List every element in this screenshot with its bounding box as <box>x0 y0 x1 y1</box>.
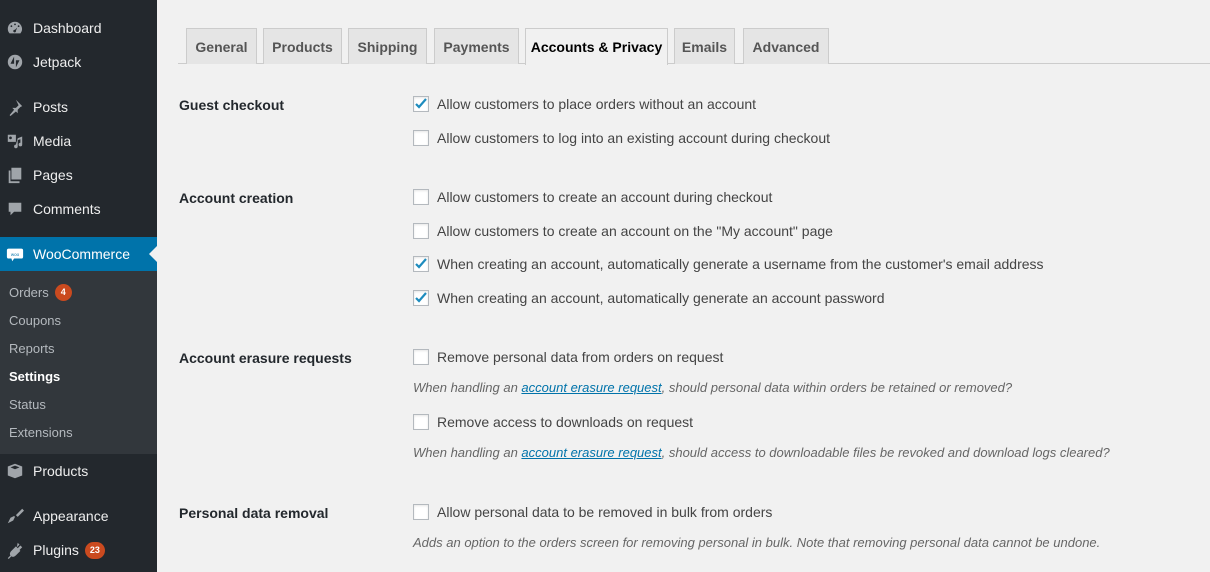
tab-accounts-privacy[interactable]: Accounts & Privacy <box>525 28 668 65</box>
checkmark-icon <box>415 292 427 303</box>
tab-products[interactable]: Products <box>263 28 342 64</box>
desc-text: , should personal data within orders be … <box>661 380 1013 395</box>
option-description: Adds an option to the orders screen for … <box>413 535 1101 550</box>
sidebar-item-label: Dashboard <box>33 20 102 36</box>
woocommerce-submenu: Orders 4 Coupons Reports Settings Status… <box>0 271 157 454</box>
settings-tabs: General Products Shipping Payments Accou… <box>178 28 1210 65</box>
checkmark-icon <box>415 258 427 269</box>
erasure-request-link[interactable]: account erasure request <box>521 380 661 395</box>
option-label: Remove access to downloads on request <box>437 414 694 430</box>
media-icon <box>5 131 25 151</box>
pages-icon <box>5 165 25 185</box>
submenu-item-extensions[interactable]: Extensions <box>9 422 73 442</box>
box-icon <box>5 461 25 481</box>
submenu-item-reports[interactable]: Reports <box>9 338 55 358</box>
sidebar-item-label: Jetpack <box>33 54 82 70</box>
checkbox-unchecked[interactable] <box>413 349 429 365</box>
sidebar-item-appearance[interactable]: Appearance <box>0 499 157 533</box>
plugins-update-badge: 23 <box>84 541 105 559</box>
orders-count-badge: 4 <box>54 283 72 301</box>
sidebar-item-label: Pages <box>33 167 73 183</box>
checkbox-checked[interactable] <box>413 290 429 306</box>
checkbox-unchecked[interactable] <box>413 414 429 430</box>
option-label: Allow customers to place orders without … <box>437 96 757 112</box>
desc-text: When handling an <box>413 445 522 460</box>
sidebar-item-label: Comments <box>33 201 101 217</box>
option-label: Allow customers to create an account on … <box>437 223 833 239</box>
submenu-item-label: Orders <box>9 284 49 300</box>
option-remove-downloads[interactable]: Remove access to downloads on request <box>413 414 693 430</box>
option-generate-password[interactable]: When creating an account, automatically … <box>413 290 885 306</box>
option-label: Allow customers to create an account dur… <box>437 189 773 205</box>
jetpack-icon <box>5 52 25 72</box>
option-create-at-checkout[interactable]: Allow customers to create an account dur… <box>413 189 772 205</box>
option-description: When handling an account erasure request… <box>413 380 1012 395</box>
pin-icon <box>5 97 25 117</box>
option-label: Remove personal data from orders on requ… <box>437 349 724 365</box>
tab-emails[interactable]: Emails <box>674 28 735 64</box>
sidebar-item-label: Media <box>33 133 72 149</box>
checkbox-unchecked[interactable] <box>413 504 429 520</box>
option-create-my-account[interactable]: Allow customers to create an account on … <box>413 223 833 239</box>
option-guest-orders[interactable]: Allow customers to place orders without … <box>413 96 756 112</box>
submenu-item-label: Settings <box>9 368 61 384</box>
brush-icon <box>5 506 25 526</box>
plugin-icon <box>5 540 25 560</box>
checkbox-unchecked[interactable] <box>413 189 429 205</box>
sidebar-item-posts[interactable]: Posts <box>0 90 157 124</box>
submenu-item-coupons[interactable]: Coupons <box>9 310 61 330</box>
svg-text:woo: woo <box>11 252 20 257</box>
sidebar-item-pages[interactable]: Pages <box>0 158 157 192</box>
sidebar-item-woocommerce[interactable]: woo WooCommerce <box>0 237 157 271</box>
admin-sidebar: Dashboard Jetpack Posts Media Pages Comm… <box>0 0 157 572</box>
sidebar-item-jetpack[interactable]: Jetpack <box>0 45 157 79</box>
sidebar-item-products[interactable]: Products <box>0 454 157 488</box>
dashboard-icon <box>5 18 25 38</box>
option-label: When creating an account, automatically … <box>437 290 885 306</box>
submenu-item-label: Status <box>9 396 46 412</box>
guest-checkout-label: Guest checkout <box>179 97 285 113</box>
desc-text: , should access to downloadable files be… <box>661 445 1110 460</box>
checkmark-icon <box>415 98 427 109</box>
account-erasure-label: Account erasure requests <box>179 350 352 366</box>
checkbox-checked[interactable] <box>413 256 429 272</box>
checkbox-checked[interactable] <box>413 96 429 112</box>
tab-general[interactable]: General <box>186 28 257 64</box>
option-label: When creating an account, automatically … <box>437 256 1044 272</box>
submenu-item-orders[interactable]: Orders 4 <box>9 282 72 302</box>
sidebar-item-label: WooCommerce <box>33 246 130 262</box>
sidebar-item-comments[interactable]: Comments <box>0 192 157 226</box>
sidebar-item-label: Posts <box>33 99 69 115</box>
tab-shipping[interactable]: Shipping <box>348 28 427 64</box>
sidebar-item-label: Plugins <box>33 542 79 558</box>
sidebar-item-dashboard[interactable]: Dashboard <box>0 11 157 45</box>
checkbox-unchecked[interactable] <box>413 130 429 146</box>
submenu-item-status[interactable]: Status <box>9 394 46 414</box>
option-label: Allow customers to log into an existing … <box>437 130 830 146</box>
submenu-item-settings[interactable]: Settings <box>9 366 60 386</box>
woo-icon: woo <box>5 244 25 264</box>
option-bulk-removal[interactable]: Allow personal data to be removed in bul… <box>413 504 772 520</box>
option-description: When handling an account erasure request… <box>413 445 1110 460</box>
submenu-item-label: Coupons <box>9 312 62 328</box>
option-label: Allow personal data to be removed in bul… <box>437 504 773 520</box>
sidebar-item-plugins[interactable]: Plugins 23 <box>0 533 157 567</box>
comment-icon <box>5 199 25 219</box>
submenu-item-label: Extensions <box>9 424 73 440</box>
checkbox-unchecked[interactable] <box>413 223 429 239</box>
account-creation-label: Account creation <box>179 190 294 206</box>
desc-text: When handling an <box>413 380 522 395</box>
option-generate-username[interactable]: When creating an account, automatically … <box>413 256 1044 272</box>
option-login-during-checkout[interactable]: Allow customers to log into an existing … <box>413 130 830 146</box>
submenu-item-label: Reports <box>9 340 55 356</box>
personal-data-removal-label: Personal data removal <box>179 505 329 521</box>
option-remove-order-data[interactable]: Remove personal data from orders on requ… <box>413 349 723 365</box>
tab-payments[interactable]: Payments <box>434 28 519 64</box>
sidebar-item-media[interactable]: Media <box>0 124 157 158</box>
tab-advanced[interactable]: Advanced <box>743 28 829 64</box>
sidebar-item-label: Products <box>33 463 89 479</box>
sidebar-item-label: Appearance <box>33 508 109 524</box>
erasure-request-link[interactable]: account erasure request <box>521 445 661 460</box>
